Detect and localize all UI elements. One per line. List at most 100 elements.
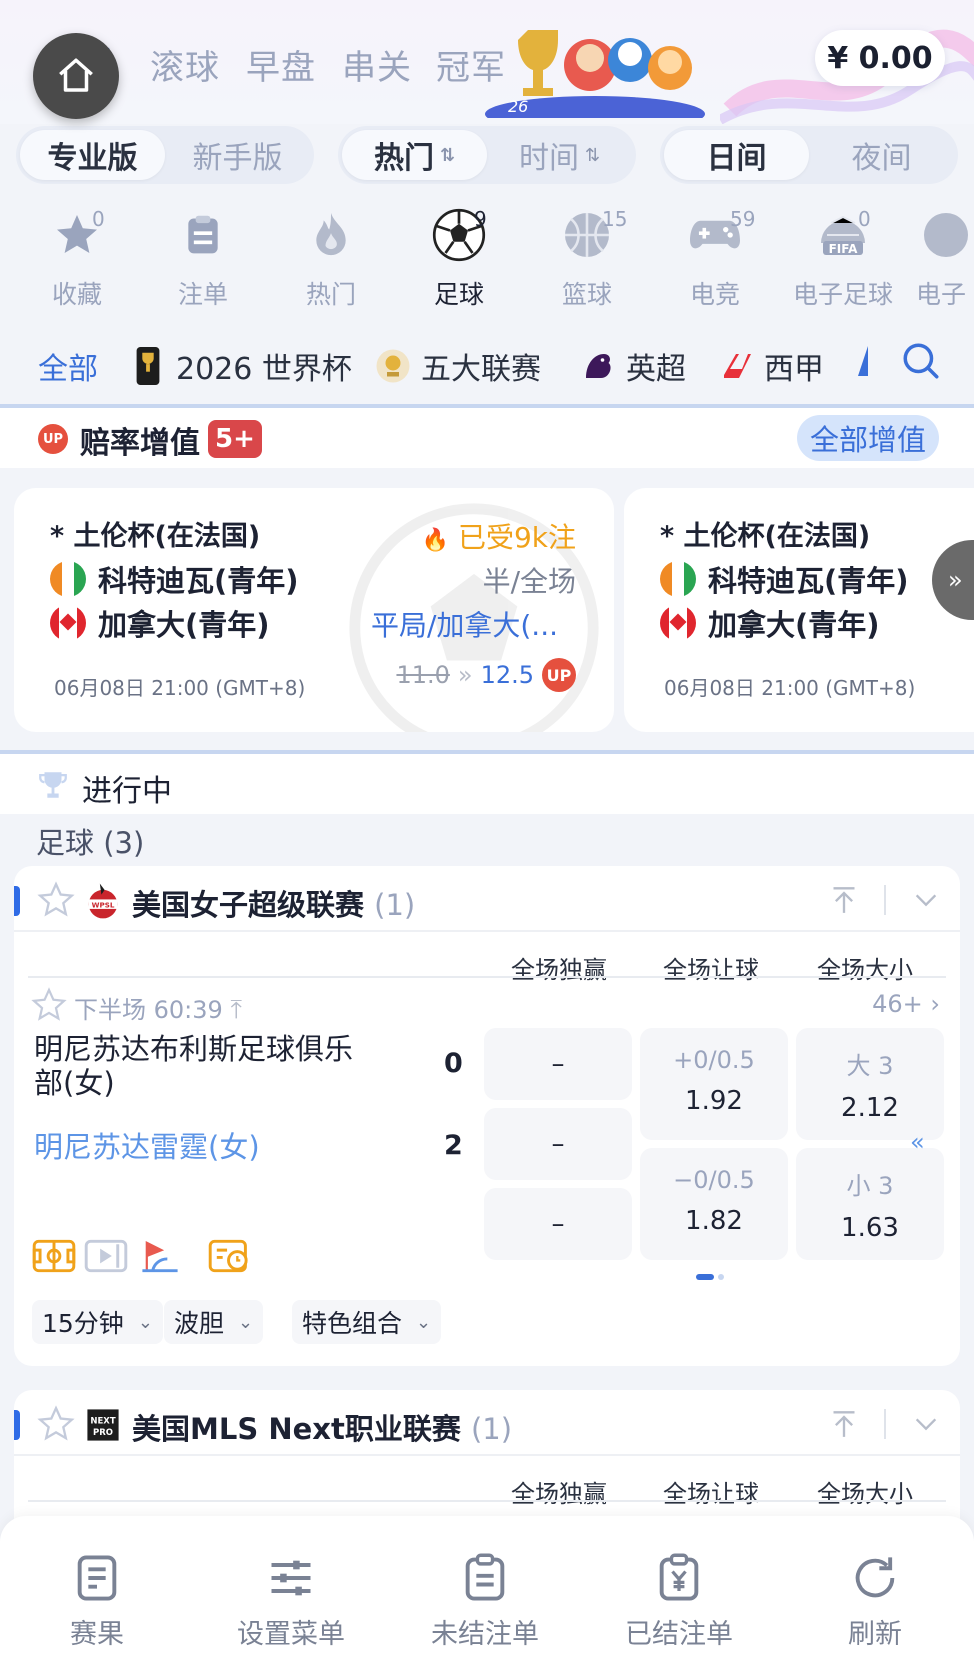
dropdown-label: 波胆: [174, 1309, 225, 1338]
svg-text:NEXT: NEXT: [90, 1417, 115, 1427]
sport-electronic[interactable]: 电子: [916, 205, 974, 311]
sport-bet-slip[interactable]: 注单: [148, 205, 258, 311]
league-title[interactable]: 美国MLS Next职业联赛 (1): [132, 1406, 512, 1448]
divider: [28, 976, 946, 978]
nav-open-bets[interactable]: 未结注单: [410, 1552, 560, 1651]
league-top-five[interactable]: 五大联赛: [375, 344, 541, 388]
settled-bets-icon: [659, 1553, 699, 1601]
corner-flag-icon[interactable]: [138, 1238, 182, 1274]
pin-to-top-icon[interactable]: [830, 884, 858, 916]
league-all[interactable]: 全部: [38, 344, 98, 388]
odds-boost-count: 5+: [208, 420, 262, 458]
odds-boost-title: 赔率增值: [80, 426, 200, 461]
up-badge-icon: UP: [38, 424, 68, 454]
pin-to-top-icon[interactable]: ⤒: [230, 995, 242, 1025]
nav-results[interactable]: 赛果: [22, 1552, 172, 1651]
sport-basketball[interactable]: 15 篮球: [532, 205, 642, 311]
odds-cell-moneyline-away[interactable]: –: [484, 1108, 632, 1180]
odds-value: 2.12: [841, 1093, 899, 1123]
boost-hot: 🔥 已受9k注: [422, 516, 576, 556]
sport-label: 收藏: [51, 280, 102, 309]
nav-settled-bets[interactable]: 已结注单: [604, 1552, 754, 1651]
tab-parlay[interactable]: 串关: [342, 40, 412, 89]
tab-live[interactable]: 滚球: [150, 40, 220, 89]
divider: [14, 1454, 960, 1456]
odds-cell-total-over[interactable]: 大 3 2.12: [796, 1028, 944, 1140]
sport-label: 电子: [916, 280, 967, 309]
dropdown-15min[interactable]: 15分钟 ⌄: [32, 1300, 163, 1344]
boost-league: * 土伦杯(在法国): [660, 521, 871, 552]
column-header-totals: 全场大小: [817, 1480, 913, 1508]
toggle-night[interactable]: 夜间: [809, 130, 954, 180]
toggle-pro[interactable]: 专业版: [20, 130, 165, 180]
league-label: 五大联赛: [421, 352, 541, 387]
sport-label: 足球: [433, 280, 484, 309]
boost-card[interactable]: * 土伦杯(在法国) 科特迪瓦(青年) 加拿大(青年) 06月08日 21:00…: [14, 488, 614, 732]
nav-refresh[interactable]: 刷新: [800, 1552, 950, 1651]
odds-cell-total-under[interactable]: 小 3 1.63: [796, 1148, 944, 1260]
chevron-down-icon[interactable]: [912, 886, 940, 914]
svg-text:PRO: PRO: [93, 1428, 113, 1438]
la-liga-icon: [724, 354, 751, 378]
pitch-icon[interactable]: [32, 1238, 76, 1274]
sort-hot-label: 热门: [373, 141, 434, 176]
team-name: 科特迪瓦(青年): [98, 564, 299, 598]
favorite-star-icon[interactable]: [36, 880, 76, 920]
in-progress-title: 进行中: [82, 774, 172, 809]
toggle-sort-time[interactable]: 时间 ⇅: [487, 130, 632, 180]
odds-boost-carousel: * 土伦杯(在法国) 科特迪瓦(青年) 加拿大(青年) 06月08日 21:00…: [0, 468, 974, 750]
sport-esports[interactable]: 59 电竞: [660, 205, 770, 311]
home-button[interactable]: [33, 33, 119, 119]
match-status: 下半场 60:39 ⤒: [74, 990, 242, 1026]
sport-favorites[interactable]: 0 收藏: [22, 205, 132, 311]
toggle-sort-hot[interactable]: 热门 ⇅: [342, 130, 487, 180]
double-chevron-left-icon[interactable]: «: [910, 1128, 925, 1156]
sport-e-soccer[interactable]: FIFA 0 电子足球: [788, 205, 898, 311]
mode-toggle: 专业版 新手版: [16, 126, 314, 184]
tab-outright[interactable]: 冠军: [436, 40, 506, 89]
dropdown-label: 特色组合: [302, 1309, 403, 1338]
league-count: (1): [470, 1412, 513, 1446]
all-boost-button[interactable]: 全部增值: [797, 415, 939, 461]
nav-settings[interactable]: 设置菜单: [216, 1552, 366, 1651]
toggle-beginner[interactable]: 新手版: [165, 130, 310, 180]
tab-early[interactable]: 早盘: [246, 40, 316, 89]
balance-display[interactable]: ¥ 0.00: [815, 30, 945, 86]
boost-away-team: 加拿大(青年): [660, 602, 880, 644]
nav-label: 未结注单: [431, 1619, 539, 1650]
odds-cell-moneyline-draw[interactable]: –: [484, 1188, 632, 1260]
toggle-day[interactable]: 日间: [664, 130, 809, 180]
chevron-down-icon[interactable]: [912, 1410, 940, 1438]
sport-soccer[interactable]: 9 足球: [404, 205, 514, 311]
favorite-star-icon[interactable]: [30, 986, 68, 1024]
league-premier-league[interactable]: 英超: [580, 344, 686, 388]
dropdown-special-combo[interactable]: 特色组合 ⌄: [292, 1300, 442, 1344]
trophy-icon: [39, 772, 67, 798]
chevron-down-icon: ⌄: [137, 1311, 153, 1333]
odds-cell-handicap-home[interactable]: +0/0.5 1.92: [640, 1028, 788, 1140]
league-world-cup-2026[interactable]: 2026 世界杯: [130, 344, 352, 388]
boost-card[interactable]: * 土伦杯(在法国) 科特迪瓦(青年) 加拿大(青年) 06月08日 21:00…: [624, 488, 974, 732]
league-la-liga[interactable]: 西甲: [718, 344, 824, 388]
up-badge-icon: UP: [542, 658, 576, 692]
away-team-name: 明尼苏达雷霆(女): [34, 1130, 260, 1164]
odds-cell-moneyline-home[interactable]: –: [484, 1028, 632, 1100]
stats-clock-icon[interactable]: [208, 1238, 252, 1274]
league-accent: [14, 886, 20, 916]
odds-cell-handicap-away[interactable]: −0/0.5 1.82: [640, 1148, 788, 1260]
league-search-button[interactable]: [900, 340, 942, 386]
boost-odds-button[interactable]: 11.0 » 12.5 UP: [396, 658, 576, 692]
sport-hot[interactable]: 热门: [276, 205, 386, 311]
column-header-handicap: 全场让球: [663, 956, 759, 984]
league-label: 英超: [626, 352, 686, 387]
league-filter-strip: 全部 2026 世界杯 五大联赛 英超 西甲: [0, 340, 974, 400]
favorite-star-icon[interactable]: [36, 1404, 76, 1444]
pin-to-top-icon[interactable]: [830, 1408, 858, 1440]
league-strip-overflow: [858, 346, 868, 376]
video-icon[interactable]: [84, 1238, 128, 1274]
more-markets-link[interactable]: 46+ ›: [872, 990, 940, 1018]
league-title[interactable]: 美国女子超级联赛 (1): [132, 882, 415, 924]
canada-flag-icon: [50, 605, 86, 641]
dropdown-correct-score[interactable]: 波胆 ⌄: [164, 1300, 264, 1344]
results-icon: [77, 1555, 117, 1601]
